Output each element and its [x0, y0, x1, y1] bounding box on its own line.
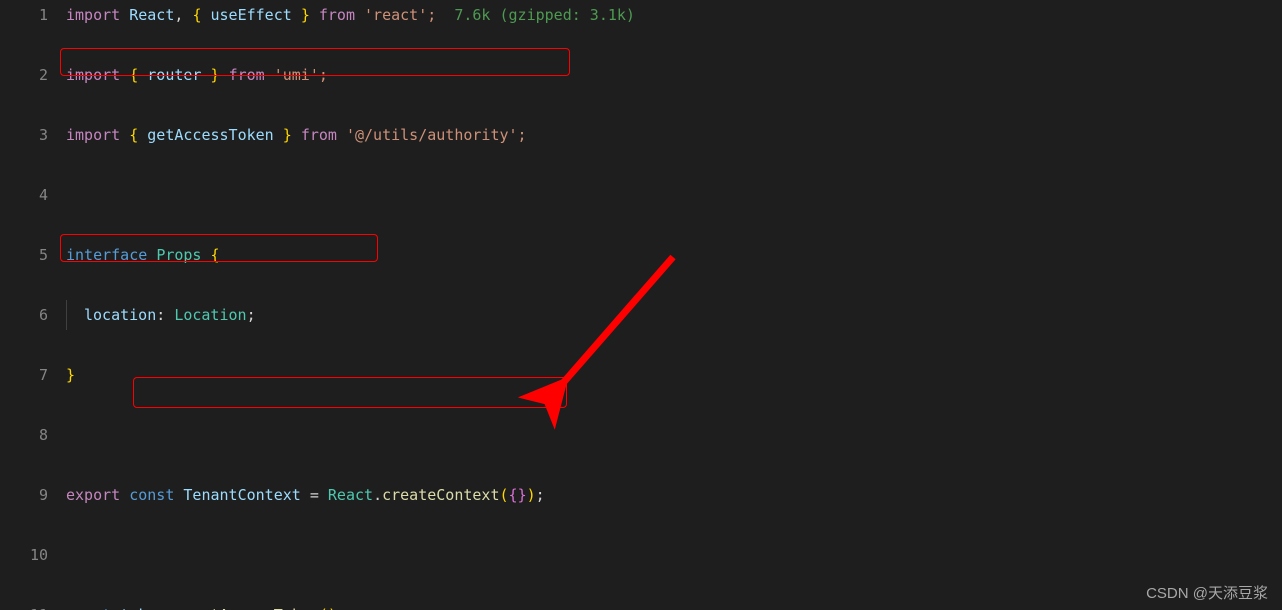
code-line[interactable]: 2 import { router } from 'umi';: [0, 60, 1282, 90]
line-number[interactable]: 9: [0, 480, 48, 510]
line-number[interactable]: 3: [0, 120, 48, 150]
line-number[interactable]: 6: [0, 300, 48, 330]
watermark: CSDN @天添豆浆: [1146, 585, 1268, 602]
token-paren-open: (: [499, 486, 509, 504]
token-keyword: from: [318, 6, 355, 24]
token-operator: =: [309, 486, 319, 504]
code-line[interactable]: 4: [0, 180, 1282, 210]
token-brace-close: }: [300, 6, 310, 24]
line-number[interactable]: 11: [0, 600, 48, 610]
token-brace-close: }: [517, 486, 527, 504]
token-punct: .: [373, 486, 383, 504]
line-content[interactable]: }: [66, 360, 75, 390]
token-brace-open: {: [129, 126, 139, 144]
token-identifier: router: [147, 66, 202, 84]
token-identifier: useEffect: [210, 6, 292, 24]
token-function: getAccessToken: [192, 606, 318, 610]
token-brace-open: {: [192, 6, 202, 24]
token-string: '@/utils/authority';: [345, 126, 527, 144]
token-identifier: token: [120, 606, 165, 610]
token-string: 'umi';: [273, 66, 328, 84]
line-content[interactable]: import { getAccessToken } from '@/utils/…: [66, 120, 527, 150]
line-content[interactable]: import React, { useEffect } from 'react'…: [66, 0, 635, 30]
code-line[interactable]: 6 location: Location;: [0, 300, 1282, 330]
token-keyword: import: [66, 66, 121, 84]
token-punct: ;: [535, 486, 545, 504]
code-line[interactable]: 5 interface Props {: [0, 240, 1282, 270]
token-brace-close: }: [66, 366, 76, 384]
line-number[interactable]: 8: [0, 420, 48, 450]
line-number[interactable]: 1: [0, 0, 48, 30]
token-keyword: const: [129, 486, 175, 504]
token-punct: ;: [246, 306, 256, 324]
token-keyword: export: [66, 486, 121, 504]
token-paren-close: ): [328, 606, 337, 610]
token-brace-close: }: [282, 126, 292, 144]
indent-guide: [66, 300, 67, 330]
code-editor[interactable]: 1 import React, { useEffect } from 'reac…: [0, 0, 1282, 610]
code-line[interactable]: 8: [0, 420, 1282, 450]
import-cost-hint: 7.6k (gzipped: 3.1k): [454, 6, 635, 24]
token-operator: =: [174, 606, 183, 610]
token-brace-open: {: [210, 246, 220, 264]
token-identifier: React: [129, 6, 175, 24]
line-number[interactable]: 7: [0, 360, 48, 390]
token-type: Location: [174, 306, 247, 324]
line-content[interactable]: import { router } from 'umi';: [66, 60, 328, 90]
token-property: location: [84, 306, 157, 324]
code-line[interactable]: 7 }: [0, 360, 1282, 390]
code-line[interactable]: 9 export const TenantContext = React.cre…: [0, 480, 1282, 510]
line-number[interactable]: 4: [0, 180, 48, 210]
token-keyword: from: [228, 66, 265, 84]
code-line-list: 1 import React, { useEffect } from 'reac…: [0, 0, 1282, 610]
token-punct: :: [156, 306, 166, 324]
line-number[interactable]: 5: [0, 240, 48, 270]
token-keyword: import: [66, 6, 121, 24]
token-function: createContext: [382, 486, 500, 504]
token-type: Props: [156, 246, 202, 264]
code-line[interactable]: 10: [0, 540, 1282, 570]
token-keyword: from: [300, 126, 337, 144]
token-brace-open: {: [508, 486, 518, 504]
token-identifier: getAccessToken: [147, 126, 274, 144]
code-line[interactable]: 11 const token = getAccessToken();: [0, 600, 1282, 610]
token-brace-close: }: [210, 66, 220, 84]
line-content[interactable]: location: Location;: [84, 300, 256, 330]
line-content[interactable]: interface Props {: [66, 240, 220, 270]
code-line[interactable]: 3 import { getAccessToken } from '@/util…: [0, 120, 1282, 150]
line-content[interactable]: const token = getAccessToken();: [66, 600, 346, 610]
token-string: 'react';: [364, 6, 437, 24]
token-paren-close: ): [526, 486, 536, 504]
token-keyword: const: [66, 606, 111, 610]
token-brace-open: {: [129, 66, 139, 84]
token-identifier: React: [327, 486, 374, 504]
token-punct: ,: [174, 6, 184, 24]
line-number[interactable]: 2: [0, 60, 48, 90]
line-content[interactable]: export const TenantContext = React.creat…: [66, 480, 545, 510]
token-paren-open: (: [319, 606, 328, 610]
code-line[interactable]: 1 import React, { useEffect } from 'reac…: [0, 0, 1282, 30]
token-identifier: TenantContext: [183, 486, 301, 504]
token-punct: ;: [337, 606, 346, 610]
line-number[interactable]: 10: [0, 540, 48, 570]
token-keyword: interface: [66, 246, 148, 264]
token-keyword: import: [66, 126, 121, 144]
